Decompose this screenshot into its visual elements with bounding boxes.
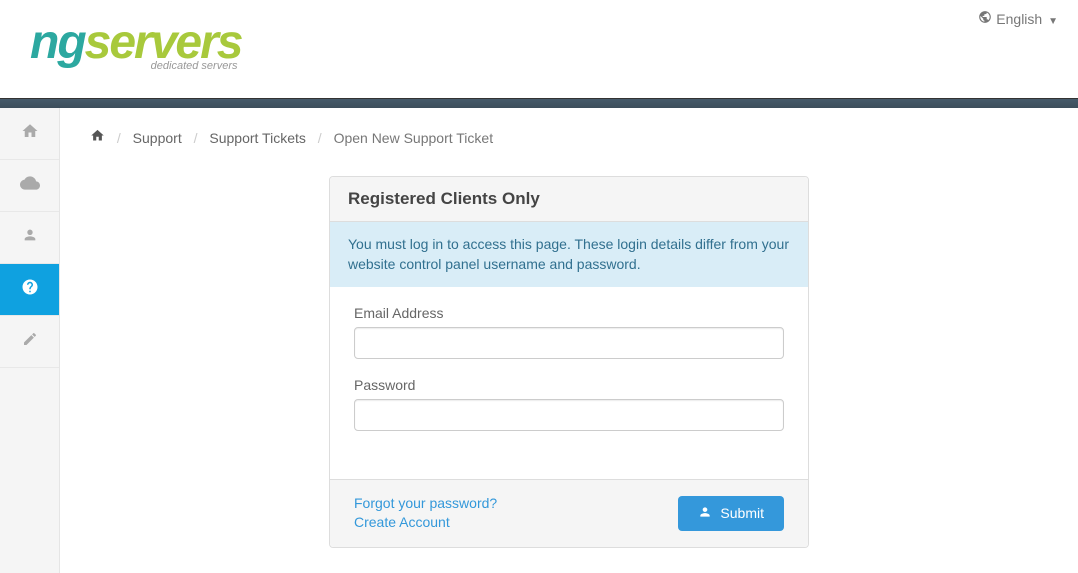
info-alert: You must log in to access this page. The… xyxy=(330,222,808,287)
password-input[interactable] xyxy=(354,399,784,431)
breadcrumb-home[interactable] xyxy=(90,130,109,146)
create-account-link[interactable]: Create Account xyxy=(354,513,497,533)
breadcrumb-sep: / xyxy=(318,130,322,146)
logo[interactable]: ngservers dedicated servers xyxy=(30,15,241,72)
caret-down-icon: ▼ xyxy=(1048,16,1058,27)
submit-label: Submit xyxy=(720,505,764,521)
card-body: Email Address Password xyxy=(330,287,808,479)
user-icon xyxy=(698,505,712,522)
breadcrumb-tickets[interactable]: Support Tickets xyxy=(209,130,306,146)
breadcrumb-support[interactable]: Support xyxy=(133,130,182,146)
sidebar-item-home[interactable] xyxy=(0,108,59,160)
main-content: / Support / Support Tickets / Open New S… xyxy=(60,108,1078,573)
email-label: Email Address xyxy=(354,305,784,321)
sidebar xyxy=(0,108,60,573)
breadcrumb-current: Open New Support Ticket xyxy=(334,130,494,146)
logo-prefix: ng xyxy=(30,16,85,69)
pencil-icon xyxy=(22,331,38,352)
password-label: Password xyxy=(354,377,784,393)
card-title: Registered Clients Only xyxy=(330,177,808,222)
home-icon xyxy=(90,130,109,146)
breadcrumb-sep: / xyxy=(117,130,121,146)
sidebar-item-cloud[interactable] xyxy=(0,160,59,212)
user-icon xyxy=(22,227,38,248)
sidebar-item-help[interactable] xyxy=(0,264,59,316)
globe-icon xyxy=(978,10,992,27)
sidebar-item-edit[interactable] xyxy=(0,316,59,368)
forgot-password-link[interactable]: Forgot your password? xyxy=(354,494,497,514)
language-label: English xyxy=(996,11,1042,27)
nav-stripe xyxy=(0,98,1078,108)
login-card: Registered Clients Only You must log in … xyxy=(329,176,809,548)
cloud-icon xyxy=(20,173,40,198)
question-circle-icon xyxy=(21,278,39,301)
email-input[interactable] xyxy=(354,327,784,359)
home-icon xyxy=(21,122,39,145)
top-header: ngservers dedicated servers English ▼ xyxy=(0,0,1078,98)
submit-button[interactable]: Submit xyxy=(678,496,784,531)
breadcrumb: / Support / Support Tickets / Open New S… xyxy=(90,128,1048,146)
card-footer: Forgot your password? Create Account Sub… xyxy=(330,479,808,547)
sidebar-item-user[interactable] xyxy=(0,212,59,264)
language-selector[interactable]: English ▼ xyxy=(978,10,1058,27)
breadcrumb-sep: / xyxy=(194,130,198,146)
